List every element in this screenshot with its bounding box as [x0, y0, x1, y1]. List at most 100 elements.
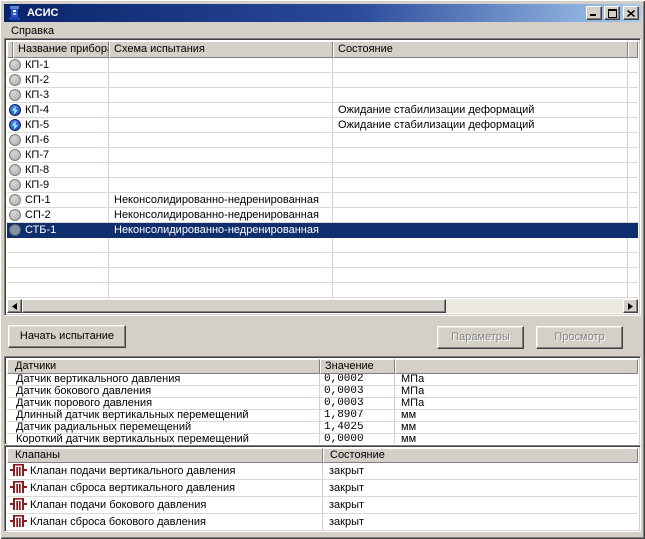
sensor-row: Датчик порового давления 0,0003 МПа [7, 398, 638, 410]
valves-table-body: Клапан подачи вертикального давления закр… [7, 463, 638, 531]
maximize-button[interactable] [604, 6, 620, 20]
device-state [333, 58, 628, 73]
device-name-cell: КП-9 [7, 178, 109, 193]
device-row-filler [628, 223, 638, 238]
device-active-icon [9, 119, 21, 131]
device-name: КП-6 [25, 134, 50, 146]
close-icon[interactable] [623, 6, 639, 20]
device-row[interactable]: СП-1 Неконсолидированно-недренированная [7, 193, 638, 208]
empty-grid-row [7, 253, 638, 268]
device-idle-icon [9, 224, 21, 236]
empty-cell [109, 253, 333, 268]
device-row[interactable]: КП-6 [7, 133, 638, 148]
column-header-state[interactable]: Состояние [333, 41, 628, 58]
column-header-sensors[interactable]: Датчики [7, 359, 320, 374]
horizontal-scrollbar[interactable] [7, 299, 638, 313]
device-row[interactable]: КП-5 Ожидание стабилизации деформаций [7, 118, 638, 133]
device-row[interactable]: КП-4 Ожидание стабилизации деформаций [7, 103, 638, 118]
valve-name: Клапан сброса вертикального давления [30, 481, 236, 494]
sensors-table-body: Датчик вертикального давления 0,0002 МПа Да… [7, 374, 638, 444]
app-icon [7, 5, 23, 21]
scroll-right-icon[interactable] [623, 299, 638, 313]
column-header-value[interactable]: Значение [320, 359, 395, 374]
empty-cell [7, 283, 109, 298]
device-name: СП-2 [25, 209, 51, 221]
device-name: КП-4 [25, 104, 50, 116]
device-row-filler [628, 73, 638, 88]
device-state [333, 163, 628, 178]
valve-row: Клапан сброса вертикального давления закр… [7, 480, 638, 497]
minimize-button[interactable] [586, 6, 602, 20]
empty-cell [333, 253, 628, 268]
device-name-cell: КП-2 [7, 73, 109, 88]
column-header-device-name[interactable]: Название прибора [13, 41, 109, 58]
device-state [333, 73, 628, 88]
empty-grid-row [7, 268, 638, 283]
valve-row: Клапан сброса бокового давления закрыт [7, 514, 638, 531]
device-scheme: Неконсолидированно-недренированная [109, 223, 333, 238]
scrollbar-track[interactable] [446, 299, 623, 313]
device-table-header: Название прибора Схема испытания Состоян… [7, 41, 638, 58]
device-row[interactable]: СП-2 Неконсолидированно-недренированная [7, 208, 638, 223]
device-idle-icon [9, 134, 21, 146]
device-row[interactable]: КП-2 [7, 73, 638, 88]
device-row-filler [628, 58, 638, 73]
device-name: СП-1 [25, 194, 51, 206]
device-state: Ожидание стабилизации деформаций [333, 103, 628, 118]
title-bar[interactable]: АСИС [4, 4, 641, 22]
device-scheme [109, 103, 333, 118]
device-name: КП-9 [25, 179, 50, 191]
device-name: КП-2 [25, 74, 50, 86]
device-row[interactable]: КП-3 [7, 88, 638, 103]
empty-cell [7, 253, 109, 268]
valve-name: Клапан сброса бокового давления [30, 515, 206, 528]
menu-item-help[interactable]: Справка [4, 24, 61, 38]
valve-icon [10, 463, 27, 479]
empty-cell [7, 238, 109, 253]
column-header-valve-state[interactable]: Состояние [323, 448, 638, 463]
column-header-scheme[interactable]: Схема испытания [109, 41, 333, 58]
valve-name-cell: Клапан сброса бокового давления [7, 514, 323, 531]
device-row[interactable]: СТБ-1 Неконсолидированно-недренированная [7, 223, 638, 238]
empty-grid-row [7, 238, 638, 253]
start-test-button[interactable]: Начать испытание [8, 325, 126, 348]
device-idle-icon [9, 74, 21, 86]
device-table: Название прибора Схема испытания Состоян… [4, 38, 641, 316]
device-state [333, 148, 628, 163]
valve-name: Клапан подачи вертикального давления [30, 464, 236, 477]
valve-icon [10, 497, 27, 513]
device-row[interactable]: КП-8 [7, 163, 638, 178]
device-idle-icon [9, 179, 21, 191]
device-name-cell: КП-3 [7, 88, 109, 103]
empty-cell [109, 238, 333, 253]
valves-table-header: Клапаны Состояние [7, 448, 638, 463]
sensor-value: 0,0002 [320, 374, 395, 386]
device-state [333, 133, 628, 148]
device-state: Ожидание стабилизации деформаций [333, 118, 628, 133]
scroll-left-icon[interactable] [7, 299, 22, 313]
sensors-table-header: Датчики Значение [7, 359, 638, 374]
device-active-icon [9, 104, 21, 116]
device-scheme: Неконсолидированно-недренированная [109, 208, 333, 223]
valve-row: Клапан подачи вертикального давления закр… [7, 463, 638, 480]
device-name: КП-5 [25, 119, 50, 131]
parameters-button[interactable]: Параметры [437, 326, 524, 349]
device-row[interactable]: КП-9 [7, 178, 638, 193]
valve-name-cell: Клапан подачи вертикального давления [7, 463, 323, 480]
sensor-name: Короткий датчик вертикальных перемещений [7, 434, 320, 444]
column-header-valves[interactable]: Клапаны [7, 448, 323, 463]
sensor-name: Датчик порового давления [7, 398, 320, 410]
device-name-cell: КП-4 [7, 103, 109, 118]
device-scheme [109, 163, 333, 178]
valve-name: Клапан подачи бокового давления [30, 498, 207, 511]
device-name-cell: КП-6 [7, 133, 109, 148]
sensor-unit: мм [395, 410, 638, 422]
device-scheme: Неконсолидированно-недренированная [109, 193, 333, 208]
device-name-cell: КП-7 [7, 148, 109, 163]
device-name: СТБ-1 [25, 224, 57, 236]
view-button[interactable]: Просмотр [536, 326, 623, 349]
valve-name-cell: Клапан сброса вертикального давления [7, 480, 323, 497]
scrollbar-thumb[interactable] [22, 299, 446, 313]
device-row[interactable]: КП-7 [7, 148, 638, 163]
device-row[interactable]: КП-1 [7, 58, 638, 73]
